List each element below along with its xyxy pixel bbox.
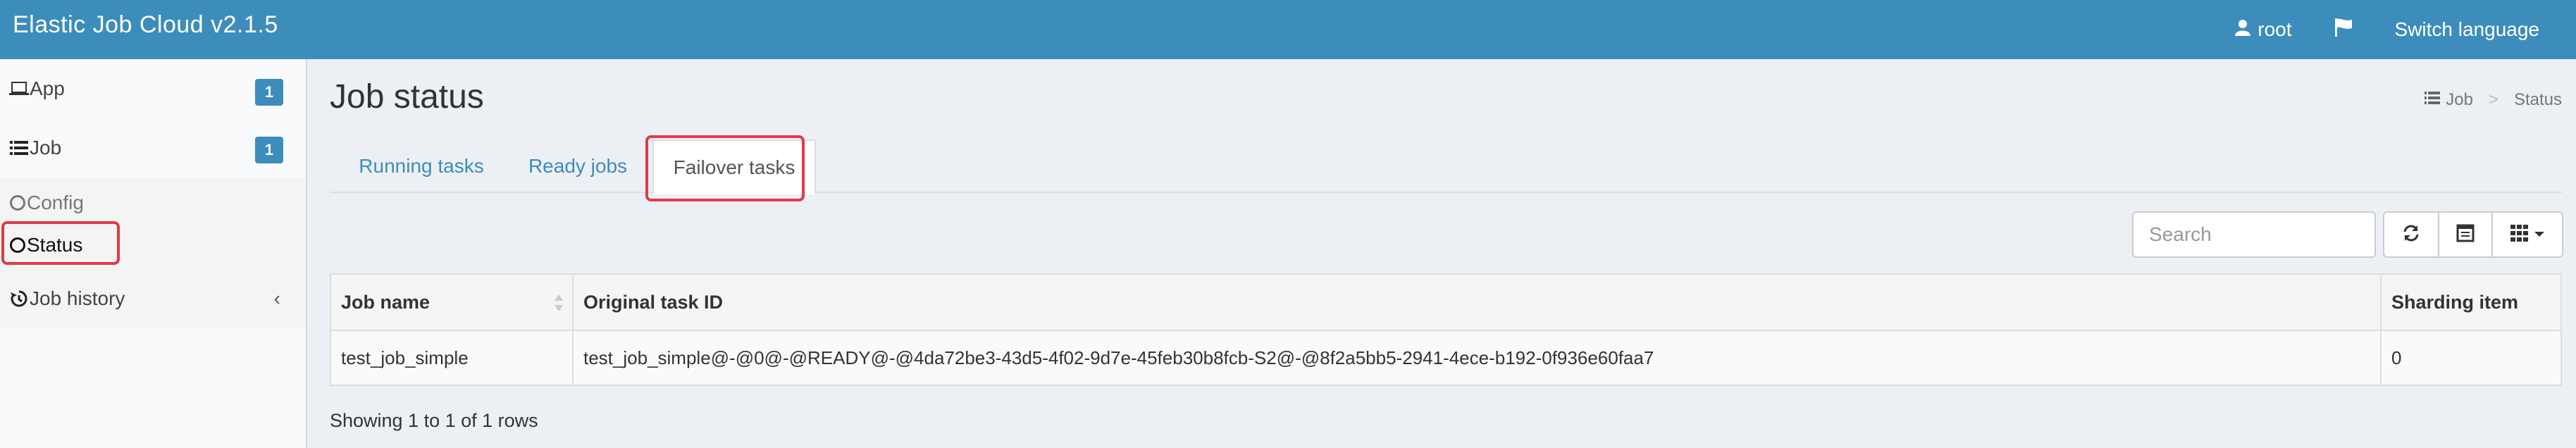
app-count-badge: 1 [255,79,283,106]
breadcrumb-status: Status [2513,90,2562,109]
table-header-row: Job name Original task ID Sharding item [331,275,2560,331]
user-menu[interactable]: root [2214,0,2312,59]
sidebar-subitem-config[interactable]: Config [0,183,306,223]
sidebar-item-app[interactable]: App 1 [0,59,306,118]
breadcrumb-separator: > [2488,90,2498,109]
main-content: Job status Job > Status Running tasks Re… [309,59,2576,448]
cell-job-name: test_job_simple [331,331,574,385]
sidebar-item-label: Job history [30,287,125,309]
flag-icon [2334,18,2353,42]
switch-language-button[interactable]: Switch language [2374,0,2560,59]
history-icon [8,288,30,309]
breadcrumb-job[interactable]: Job [2446,90,2473,110]
circle-icon [10,195,25,211]
chevron-left-icon[interactable]: ‹ [274,287,280,310]
tab-running-tasks[interactable]: Running tasks [344,139,499,193]
failover-tab-highlight-box [645,135,805,201]
list-icon [8,137,30,158]
flag-button[interactable] [2313,0,2374,59]
caret-down-icon [2534,228,2544,241]
breadcrumb: Job > Status [2425,90,2562,110]
tab-ready-jobs[interactable]: Ready jobs [514,139,641,193]
columns-dropdown-button[interactable] [2491,211,2563,258]
column-header-job-name[interactable]: Job name [331,275,574,330]
failover-tasks-table: Job name Original task ID Sharding item … [330,273,2562,386]
sidebar-item-job[interactable]: Job 1 [0,118,306,178]
table-row[interactable]: test_job_simple test_job_simple@-@0@-@RE… [331,331,2560,385]
switch-language-label: Switch language [2394,18,2539,40]
column-header-sharding-item[interactable]: Sharding item [2382,275,2560,330]
user-icon [2235,18,2251,41]
top-header: Elastic Job Cloud v2.1.5 root Switch lan… [0,0,2576,59]
column-header-label: Sharding item [2391,291,2519,313]
search-input[interactable] [2132,211,2376,258]
sidebar-item-job-history[interactable]: Job history ‹ [0,269,306,328]
laptop-icon [8,78,30,99]
user-name: root [2258,18,2292,40]
refresh-icon [2402,224,2420,246]
status-highlight-box [1,221,120,265]
column-header-label: Job name [341,291,431,313]
column-header-label: Original task ID [583,291,724,313]
app-title[interactable]: Elastic Job Cloud v2.1.5 [13,11,278,39]
sidebar-subitem-label: Config [27,192,84,213]
list-icon [2425,90,2441,110]
refresh-button[interactable] [2383,211,2439,258]
top-nav: root Switch language [2214,0,2560,59]
table-toolbar [2383,211,2563,258]
cell-sharding-item: 0 [2391,347,2402,368]
sidebar-item-label: App [30,77,65,99]
cell-original-task-id: test_job_simple@-@0@-@READY@-@4da72be3-4… [574,331,2382,385]
column-header-original-task-id[interactable]: Original task ID [574,275,2382,330]
sidebar-item-label: Job [30,137,62,158]
toggle-view-button[interactable] [2438,211,2493,258]
pagination-info: Showing 1 to 1 of 1 rows [330,410,538,431]
sidebar: App 1 Job 1 Config Status Job history ‹ [0,59,307,448]
toggle-view-icon [2456,224,2475,246]
columns-grid-icon [2510,224,2529,245]
sort-icon[interactable] [554,293,564,313]
page-title: Job status [330,78,484,116]
job-count-badge: 1 [255,137,283,163]
